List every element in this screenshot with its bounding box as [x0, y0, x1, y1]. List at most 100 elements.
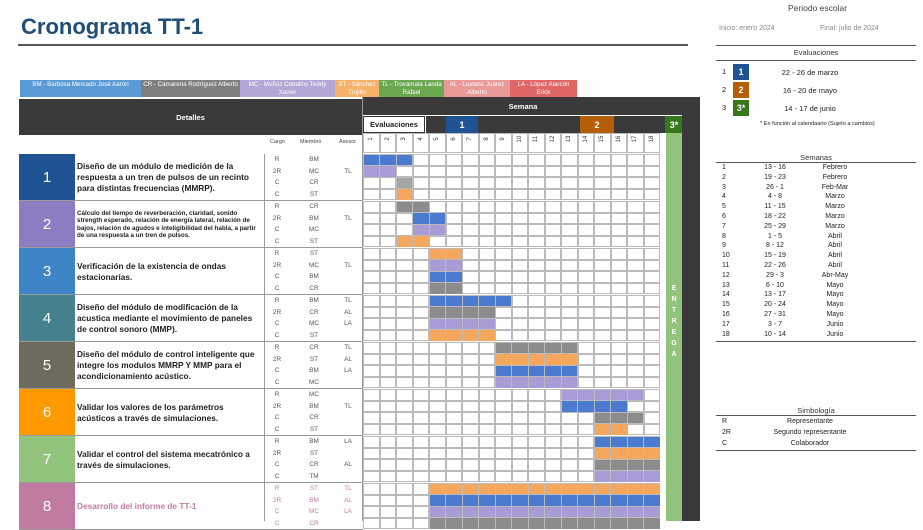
grid-cell — [445, 389, 462, 401]
grid-cell — [561, 318, 578, 330]
grid-cell — [511, 318, 528, 330]
grid-cell — [445, 353, 462, 366]
eval-range: 14 - 17 de junio — [784, 104, 836, 113]
grid-cell — [445, 447, 462, 460]
grid-cell — [577, 412, 594, 424]
grid-cell — [412, 423, 429, 436]
semana-index: 1 — [722, 164, 726, 171]
grid-cell — [429, 436, 446, 448]
grid-cell — [528, 224, 545, 236]
schedule-bar-cell — [479, 307, 495, 318]
grid-cell — [495, 165, 512, 178]
grid-cell — [379, 483, 396, 495]
schedule-bar-cell — [528, 518, 544, 529]
semana-month: Febrero — [822, 164, 848, 171]
grid-cell — [379, 212, 396, 225]
task-description: Cálculo del tiempo de reverberación, cla… — [77, 209, 256, 239]
grid-cell — [528, 318, 545, 330]
miembro-value: BM — [309, 297, 319, 304]
grid-cell — [412, 271, 429, 283]
grid-cell — [544, 436, 561, 448]
grid-cell — [412, 436, 429, 448]
grid-cell — [528, 306, 545, 319]
grid-cell — [610, 306, 627, 319]
grid-cell — [363, 295, 380, 307]
schedule-bar-cell — [644, 471, 660, 482]
miembro-value: CR — [309, 179, 319, 187]
semana-month: Marzo — [825, 193, 845, 201]
schedule-bar-cell — [594, 495, 610, 506]
grid-cell — [478, 235, 495, 248]
grid-cell — [544, 329, 561, 342]
grid-cell — [412, 295, 429, 307]
semana-month: Abril — [827, 242, 842, 250]
grid-cell — [429, 201, 446, 213]
simbologia-meaning: Colaborador — [790, 440, 830, 447]
semana-month: Junio — [826, 330, 844, 338]
asesor-value: AL — [344, 496, 352, 504]
grid-cell — [429, 365, 446, 377]
schedule-bar-cell — [479, 295, 495, 307]
schedule-bar-cell — [611, 401, 627, 412]
grid-cell — [544, 165, 561, 178]
grid-cell — [627, 318, 644, 330]
grid-cell — [396, 365, 413, 377]
schedule-bar-cell — [561, 495, 577, 506]
schedule-bar-cell — [578, 483, 594, 495]
cargo-value: 2R — [272, 261, 282, 269]
schedule-bar-cell — [561, 342, 577, 354]
grid-cell — [528, 271, 545, 283]
member-chip: MC - Muñoz Ceballos Teddy Xavier — [240, 80, 335, 97]
cargo-value: R — [274, 250, 280, 257]
schedule-bar-cell — [429, 483, 445, 495]
miembro-value: MC — [309, 226, 319, 234]
grid-cell — [396, 165, 413, 178]
schedule-bar-cell — [561, 389, 577, 401]
grid-cell — [511, 177, 528, 189]
grid-cell — [627, 224, 644, 236]
schedule-bar-cell — [512, 506, 528, 518]
task-number: 2 — [19, 201, 75, 248]
schedule-bar-cell — [644, 518, 660, 529]
grid-cell — [495, 436, 512, 448]
schedule-bar-cell — [396, 189, 412, 200]
miembro-value: ST — [309, 355, 319, 363]
semana-index: 9 — [722, 242, 726, 250]
entrega-letter: R — [671, 318, 677, 325]
grid-cell — [528, 470, 545, 483]
grid-cell — [445, 188, 462, 201]
eval-index: 1 — [722, 67, 727, 76]
grid-cell — [396, 506, 413, 518]
grid-cell — [412, 282, 429, 295]
grid-cell — [610, 271, 627, 283]
schedule-bar-cell — [594, 483, 610, 495]
grid-cell — [528, 329, 545, 342]
schedule-bar-cell — [545, 377, 561, 388]
schedule-bar-cell — [528, 483, 544, 495]
asesor-value: LA — [344, 367, 352, 375]
grid-cell — [577, 295, 594, 307]
schedule-bar-cell — [446, 318, 462, 330]
grid-cell — [594, 353, 611, 366]
grid-cell — [363, 282, 380, 295]
grid-cell — [363, 248, 380, 260]
grid-cell — [379, 423, 396, 436]
grid-cell — [544, 188, 561, 201]
schedule-bar-cell — [545, 518, 561, 529]
miembro-value: MC — [309, 378, 319, 386]
grid-cell — [363, 212, 380, 225]
grid-cell — [379, 177, 396, 189]
grid-cell — [577, 248, 594, 260]
grid-cell — [379, 342, 396, 354]
grid-cell — [462, 259, 479, 272]
task-description: Verificación de la existencia de ondas e… — [77, 260, 226, 282]
grid-cell — [363, 235, 380, 248]
schedule-bar-cell — [561, 401, 577, 412]
schedule-bar-cell — [627, 389, 643, 401]
miembro-value: CR — [309, 519, 319, 527]
cargo-value: 2R — [272, 496, 282, 504]
cargo-value: C — [274, 320, 280, 328]
grid-cell — [396, 295, 413, 307]
grid-cell — [445, 376, 462, 389]
miembro-value: MC — [309, 320, 319, 328]
